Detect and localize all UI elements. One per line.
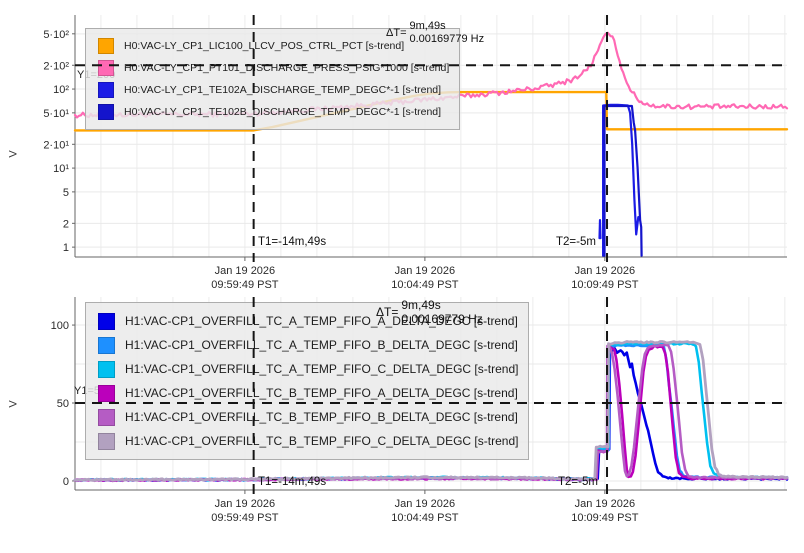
y-tick-label: 2 xyxy=(63,218,69,230)
top-y-axis-title: V xyxy=(8,150,20,157)
delta-t-frequency: 0.00169779 Hz xyxy=(410,33,485,46)
x-tick-label: 09:59:49 PST xyxy=(211,279,279,291)
legend-swatch xyxy=(98,385,115,402)
legend-item[interactable]: H0:VAC-LY_CP1_TE102A_DISCHARGE_TEMP_DEGC… xyxy=(98,79,449,101)
bottom-delta-t-annotation: ΔT= 9m,49s 0.00169779 Hz xyxy=(376,298,483,326)
legend-swatch xyxy=(98,313,115,330)
legend-swatch xyxy=(98,104,114,120)
y-tick-label: 10¹ xyxy=(53,163,69,175)
x-tick-label: Jan 19 2026 xyxy=(215,498,276,510)
legend-label: H0:VAC-LY_CP1_TE102B_DISCHARGE_TEMP_DEGC… xyxy=(124,106,441,118)
y-tick-label: 5·10² xyxy=(43,29,69,41)
legend-item[interactable]: H1:VAC-CP1_OVERFILL_TC_B_TEMP_FIFO_A_DEL… xyxy=(98,381,518,405)
delta-t-prefix: ΔT= xyxy=(386,27,407,39)
legend-swatch xyxy=(98,60,114,76)
bottom-t2-cursor-label: T2=-5m xyxy=(558,476,598,488)
legend-label: H1:VAC-CP1_OVERFILL_TC_A_TEMP_FIFO_B_DEL… xyxy=(125,338,518,352)
legend-label: H1:VAC-CP1_OVERFILL_TC_B_TEMP_FIFO_C_DEL… xyxy=(125,434,518,448)
y-tick-label: 2·10¹ xyxy=(43,139,69,151)
y-tick-label: 100 xyxy=(51,320,69,332)
legend-swatch xyxy=(98,409,115,426)
x-tick-label: 10:09:49 PST xyxy=(571,279,639,291)
legend-label: H1:VAC-CP1_OVERFILL_TC_A_TEMP_FIFO_C_DEL… xyxy=(125,362,518,376)
series-te102a-discharge-temp[interactable] xyxy=(603,105,638,256)
legend-swatch xyxy=(98,433,115,450)
legend-swatch xyxy=(98,38,114,54)
bottom-t1-cursor-label: T1=-14m,49s xyxy=(258,476,326,488)
y-tick-label: 0 xyxy=(63,476,69,488)
delta-t-duration: 9m,49s xyxy=(401,298,482,312)
legend-item[interactable]: H1:VAC-CP1_OVERFILL_TC_B_TEMP_FIFO_B_DEL… xyxy=(98,405,518,429)
x-tick-label: 10:04:49 PST xyxy=(391,279,459,291)
legend-swatch xyxy=(98,361,115,378)
legend-swatch xyxy=(98,82,114,98)
legend-label: H0:VAC-LY_CP1_PT101_DISCHARGE_PRESS_PSIG… xyxy=(124,62,449,74)
delta-t-duration: 9m,49s xyxy=(410,20,485,33)
series-te102a-discharge-temp[interactable] xyxy=(600,220,601,238)
legend-label: H1:VAC-CP1_OVERFILL_TC_B_TEMP_FIFO_B_DEL… xyxy=(125,410,518,424)
y-tick-label: 50 xyxy=(57,398,69,410)
x-tick-label: Jan 19 2026 xyxy=(215,265,276,277)
delta-t-prefix: ΔT= xyxy=(376,305,398,319)
legend-swatch xyxy=(98,337,115,354)
dual-trend-viewer: 5·10² 2·10² 10² 5·10¹ 2·10¹ 10¹ 5 2 1 Jan 19 2026… xyxy=(0,0,804,553)
x-tick-label: Jan 19 2026 xyxy=(395,265,456,277)
x-tick-label: 09:59:49 PST xyxy=(211,512,279,524)
x-tick-label: 10:04:49 PST xyxy=(391,512,459,524)
legend-item[interactable]: H0:VAC-LY_CP1_PT101_DISCHARGE_PRESS_PSIG… xyxy=(98,57,449,79)
top-t2-cursor-label: T2=-5m xyxy=(556,236,596,248)
y-tick-label: 1 xyxy=(63,242,69,254)
legend-item[interactable]: H1:VAC-CP1_OVERFILL_TC_A_TEMP_FIFO_C_DEL… xyxy=(98,357,518,381)
bottom-y-axis-title: V xyxy=(8,400,20,407)
legend-label: H0:VAC-LY_CP1_LIC100_LLCV_POS_CTRL_PCT [… xyxy=(124,40,404,52)
legend-label: H0:VAC-LY_CP1_TE102A_DISCHARGE_TEMP_DEGC… xyxy=(124,84,441,96)
y-tick-label: 10² xyxy=(53,84,69,96)
x-tick-label: Jan 19 2026 xyxy=(575,265,636,277)
y-tick-label: 5 xyxy=(63,187,69,199)
top-t1-cursor-label: T1=-14m,49s xyxy=(258,236,326,248)
y-tick-label: 5·10¹ xyxy=(43,108,69,120)
delta-t-frequency: 0.00169779 Hz xyxy=(401,312,482,326)
y-tick-label: 2·10² xyxy=(43,60,69,72)
x-tick-label: 10:09:49 PST xyxy=(571,512,639,524)
legend-item[interactable]: H1:VAC-CP1_OVERFILL_TC_B_TEMP_FIFO_C_DEL… xyxy=(98,429,518,453)
x-tick-label: Jan 19 2026 xyxy=(395,498,456,510)
legend-item[interactable]: H0:VAC-LY_CP1_TE102B_DISCHARGE_TEMP_DEGC… xyxy=(98,101,449,123)
legend-label: H1:VAC-CP1_OVERFILL_TC_B_TEMP_FIFO_A_DEL… xyxy=(125,386,518,400)
legend-item[interactable]: H1:VAC-CP1_OVERFILL_TC_A_TEMP_FIFO_B_DEL… xyxy=(98,333,518,357)
top-delta-t-annotation: ΔT= 9m,49s 0.00169779 Hz xyxy=(386,20,484,46)
x-tick-label: Jan 19 2026 xyxy=(575,498,636,510)
